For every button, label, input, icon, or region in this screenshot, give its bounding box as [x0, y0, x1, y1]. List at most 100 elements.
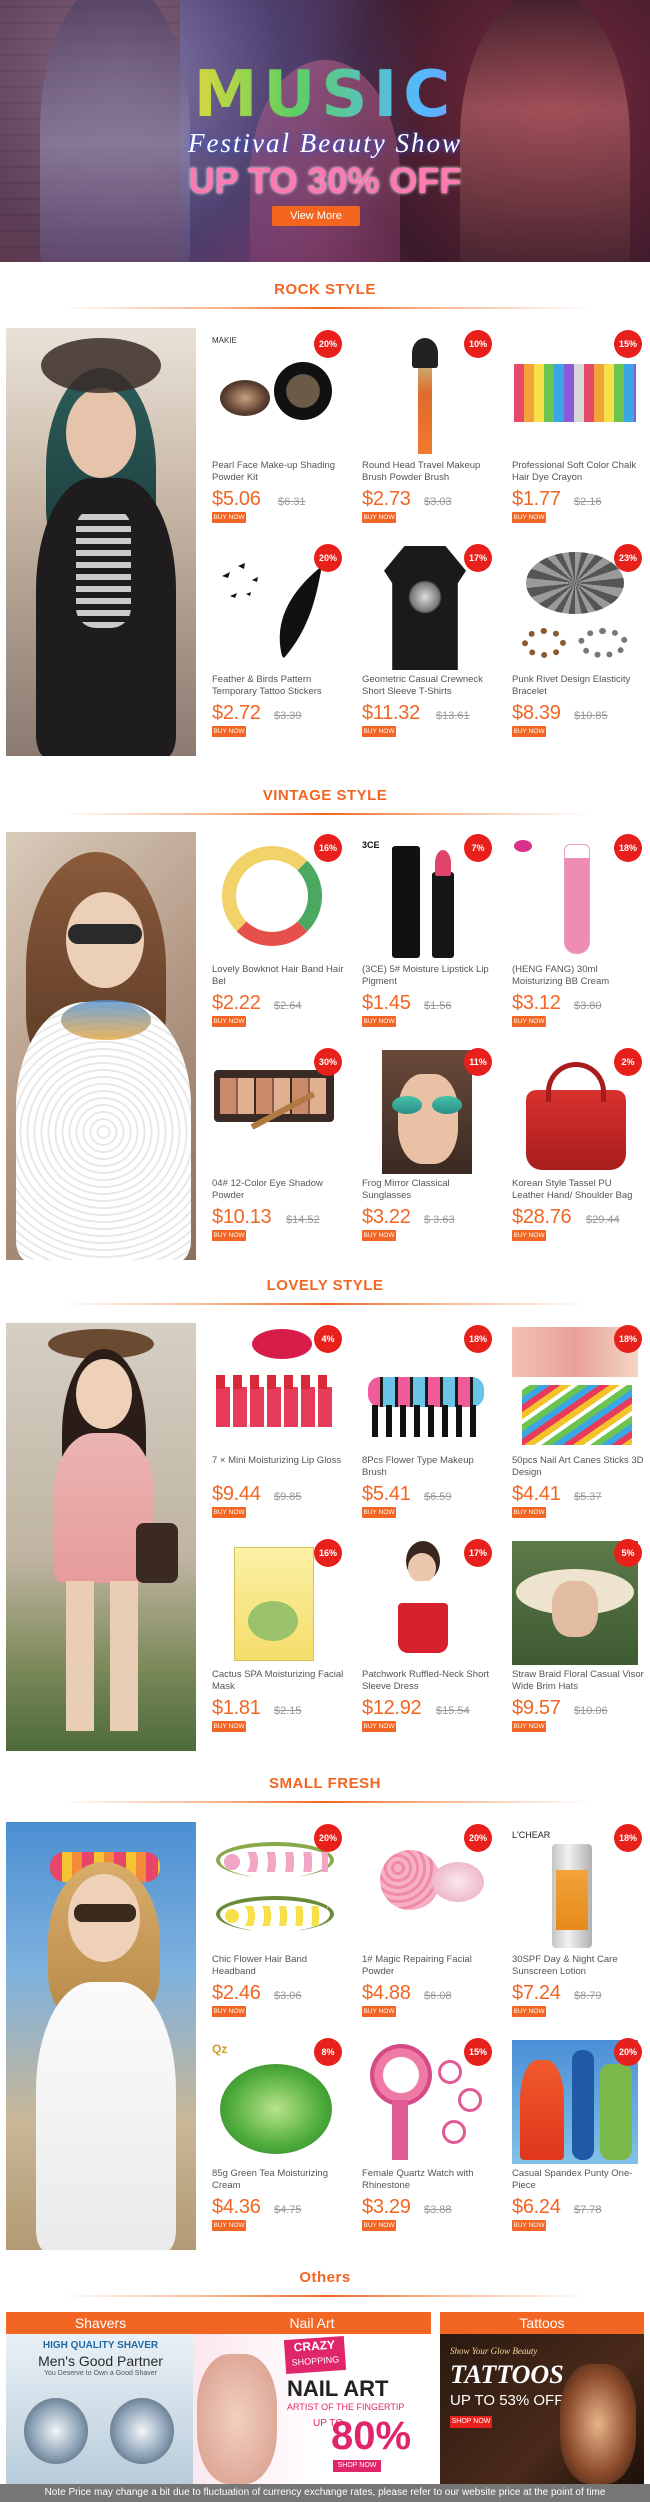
- product-old-price: $1.56: [424, 1000, 452, 1012]
- product-card[interactable]: 20% Feather & Birds Pattern Temporary Ta…: [206, 542, 346, 747]
- buy-now-button[interactable]: BUY NOW: [212, 2006, 246, 2017]
- buy-now-button[interactable]: BUY NOW: [362, 726, 396, 737]
- buy-now-button[interactable]: BUY NOW: [362, 2006, 396, 2017]
- buy-now-button[interactable]: BUY NOW: [512, 2220, 546, 2231]
- product-card[interactable]: 11% Frog Mirror Classical Sunglasses $3.…: [356, 1046, 496, 1251]
- product-old-price: $10.06: [574, 1705, 608, 1717]
- product-grid: 20% MAKIE Pearl Face Make-up Shading Pow…: [206, 328, 646, 756]
- product-card[interactable]: 16% Lovely Bowknot Hair Band Hair Bel $2…: [206, 832, 346, 1037]
- buy-now-button[interactable]: BUY NOW: [362, 512, 396, 523]
- product-card[interactable]: 15% Female Quartz Watch with Rhinestone …: [356, 2036, 496, 2241]
- buy-now-button[interactable]: BUY NOW: [362, 2220, 396, 2231]
- buy-now-button[interactable]: BUY NOW: [512, 1016, 546, 1027]
- product-card[interactable]: 16% Cactus SPA Moisturizing Facial Mask …: [206, 1537, 346, 1742]
- discount-badge: 20%: [314, 544, 342, 572]
- buy-now-button[interactable]: BUY NOW: [212, 512, 246, 523]
- product-card[interactable]: 20% 1# Magic Repairing Facial Powder $4.…: [356, 1822, 496, 2027]
- product-name: Geometric Casual Crewneck Short Sleeve T…: [362, 674, 483, 697]
- tile-line: ARTIST OF THE FINGERTIP: [287, 2402, 405, 2412]
- product-name: Round Head Travel Makeup Brush Powder Br…: [362, 460, 481, 483]
- product-card[interactable]: 4% 7 × Mini Moisturizing Lip Gloss $9.44…: [206, 1323, 346, 1528]
- discount-badge: 18%: [614, 1325, 642, 1353]
- product-card[interactable]: 7% 3CE (3CE) 5# Moisture Lipstick Lip Pi…: [356, 832, 496, 1037]
- product-price: $3.12: [512, 992, 561, 1014]
- section-header-vintage: VINTAGE STYLE: [0, 786, 650, 822]
- buy-now-button[interactable]: BUY NOW: [212, 1230, 246, 1241]
- buy-now-button[interactable]: BUY NOW: [362, 1230, 396, 1241]
- buy-now-button[interactable]: BUY NOW: [512, 1507, 546, 1518]
- tile-label: Shavers: [6, 2312, 195, 2334]
- section-title: ROCK STYLE: [274, 281, 376, 298]
- product-card[interactable]: 17% Patchwork Ruffled-Neck Short Sleeve …: [356, 1537, 496, 1742]
- section-header-small-fresh: SMALL FRESH: [0, 1774, 650, 1810]
- discount-badge: 16%: [314, 834, 342, 862]
- product-name: Pearl Face Make-up Shading Powder Kit: [212, 460, 336, 483]
- discount-badge: 20%: [314, 1824, 342, 1852]
- product-card[interactable]: 5% Straw Braid Floral Casual Visor Wide …: [506, 1537, 646, 1742]
- product-name: Casual Spandex Punty One-Piece: [512, 2168, 633, 2191]
- product-old-price: $6.31: [278, 496, 306, 508]
- buy-now-button[interactable]: BUY NOW: [212, 726, 246, 737]
- buy-now-button[interactable]: BUY NOW: [512, 512, 546, 523]
- buy-now-button[interactable]: BUY NOW: [512, 2006, 546, 2017]
- product-card[interactable]: 17% Geometric Casual Crewneck Short Slee…: [356, 542, 496, 747]
- buy-now-button[interactable]: BUY NOW: [512, 1721, 546, 1732]
- section-title: VINTAGE STYLE: [262, 787, 388, 804]
- discount-badge: 11%: [464, 1048, 492, 1076]
- discount-badge: 20%: [314, 330, 342, 358]
- product-name: Female Quartz Watch with Rhinestone: [362, 2168, 474, 2191]
- hero-subtitle: Festival Beauty Show: [188, 128, 462, 158]
- view-more-button[interactable]: View More: [272, 206, 360, 226]
- model-photo-small-fresh[interactable]: [6, 1822, 196, 2250]
- product-price: $4.36: [212, 2196, 261, 2218]
- model-photo-rock[interactable]: [6, 328, 196, 756]
- buy-now-button[interactable]: BUY NOW: [212, 2220, 246, 2231]
- product-card[interactable]: 23% Punk Rivet Design Elasticity Bracele…: [506, 542, 646, 747]
- discount-badge: 17%: [464, 544, 492, 572]
- buy-now-button[interactable]: BUY NOW: [212, 1016, 246, 1027]
- product-card[interactable]: 18% (HENG FANG) 30ml Moisturizing BB Cre…: [506, 832, 646, 1037]
- buy-now-button[interactable]: BUY NOW: [362, 1507, 396, 1518]
- product-old-price: $13.61: [436, 710, 470, 722]
- model-photo-lovely[interactable]: [6, 1323, 196, 1751]
- buy-now-button[interactable]: BUY NOW: [512, 726, 546, 737]
- tile-line[interactable]: SHOP NOW: [450, 2416, 492, 2428]
- shaver-image: [24, 2398, 88, 2464]
- tile-line[interactable]: SHOP NOW: [333, 2460, 381, 2472]
- crazy-shopping-tag: CRAZY SHOPPING: [283, 2335, 347, 2375]
- buy-now-button[interactable]: BUY NOW: [212, 1507, 246, 1518]
- product-old-price: $15.54: [436, 1705, 470, 1717]
- product-name: Chic Flower Hair Band Headband: [212, 1954, 308, 1977]
- product-card[interactable]: 18% L'CHEAR 30SPF Day & Night Care Sunsc…: [506, 1822, 646, 2027]
- buy-now-button[interactable]: BUY NOW: [362, 1721, 396, 1732]
- product-price: $3.22: [362, 1206, 411, 1228]
- buy-now-button[interactable]: BUY NOW: [362, 1016, 396, 1027]
- shaver-image: [110, 2398, 174, 2464]
- product-price: $11.32: [362, 702, 420, 724]
- tile-shavers[interactable]: Shavers HIGH QUALITY SHAVER Men's Good P…: [6, 2312, 195, 2488]
- product-card[interactable]: 8% Qz 85g Green Tea Moisturizing Cream $…: [206, 2036, 346, 2241]
- section-divider: [60, 1303, 590, 1305]
- product-card[interactable]: 18% 50pcs Nail Art Canes Sticks 3D Desig…: [506, 1323, 646, 1528]
- tile-line: 80%: [331, 2414, 412, 2458]
- buy-now-button[interactable]: BUY NOW: [512, 1230, 546, 1241]
- product-grid: 4% 7 × Mini Moisturizing Lip Gloss $9.44…: [206, 1323, 646, 1751]
- discount-badge: 18%: [614, 834, 642, 862]
- tile-line: TATTOOS: [450, 2360, 564, 2389]
- tile-tattoos[interactable]: Tattoos Show Your Glow Beauty TATTOOS UP…: [440, 2312, 644, 2488]
- product-card[interactable]: 2% Korean Style Tassel PU Leather Hand/ …: [506, 1046, 646, 1251]
- product-old-price: $5.37: [574, 1491, 602, 1503]
- product-card[interactable]: 20% Casual Spandex Punty One-Piece $6.24…: [506, 2036, 646, 2241]
- model-photo-vintage[interactable]: [6, 832, 196, 1260]
- product-card[interactable]: 15% Professional Soft Color Chalk Hair D…: [506, 328, 646, 533]
- product-card[interactable]: 20% Chic Flower Hair Band Headband $2.46…: [206, 1822, 346, 2027]
- hero-banner[interactable]: MUSIC Festival Beauty Show UP TO 30% OFF…: [0, 0, 650, 262]
- promo-page: MUSIC Festival Beauty Show UP TO 30% OFF…: [0, 0, 650, 2502]
- product-old-price: $ 3.63: [424, 1214, 455, 1226]
- product-card[interactable]: 10% Round Head Travel Makeup Brush Powde…: [356, 328, 496, 533]
- product-card[interactable]: 18% 8Pcs Flower Type Makeup Brush $5.41 …: [356, 1323, 496, 1528]
- product-card[interactable]: 20% MAKIE Pearl Face Make-up Shading Pow…: [206, 328, 346, 533]
- buy-now-button[interactable]: BUY NOW: [212, 1721, 246, 1732]
- product-card[interactable]: 30% 04# 12-Color Eye Shadow Powder $10.1…: [206, 1046, 346, 1251]
- tile-nail-art[interactable]: Nail Art CRAZY SHOPPING NAIL ART ARTIST …: [193, 2312, 431, 2488]
